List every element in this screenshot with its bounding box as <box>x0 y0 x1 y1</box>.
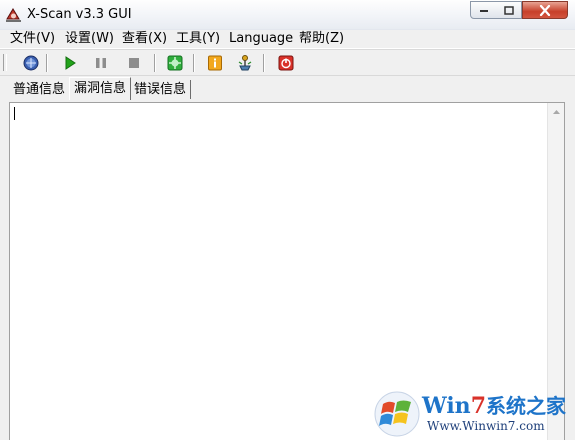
toolbar-separator <box>193 54 195 72</box>
menu-tools[interactable]: 工具(Y) <box>174 31 222 47</box>
tab-vulnerability-info[interactable]: 漏洞信息 <box>69 77 132 100</box>
pause-icon <box>96 58 106 68</box>
menu-file[interactable]: 文件(V) <box>8 31 57 47</box>
power-icon <box>278 55 294 71</box>
windows-logo-icon <box>374 391 420 437</box>
stop-icon <box>129 58 139 68</box>
watermark-brand: Win7系统之家 <box>422 390 566 419</box>
tab-error-info[interactable]: 错误信息 <box>130 80 192 99</box>
close-button[interactable] <box>522 1 568 19</box>
x-scan-app-icon[interactable] <box>5 6 22 23</box>
toolbar-separator <box>263 54 265 72</box>
toolbar <box>0 49 575 76</box>
network-tool-button[interactable] <box>235 53 255 73</box>
info-icon <box>208 55 222 71</box>
menu-settings[interactable]: 设置(W) <box>63 31 116 47</box>
maximize-button[interactable] <box>496 1 522 19</box>
globe-icon <box>23 55 39 71</box>
watermark-brand-win: Win <box>422 393 471 419</box>
stop-button[interactable] <box>124 53 144 73</box>
scan-plugin-button[interactable] <box>165 53 185 73</box>
pause-button[interactable] <box>91 53 111 73</box>
menu-language[interactable]: Language <box>227 31 295 47</box>
menu-view[interactable]: 查看(X) <box>120 31 169 47</box>
info-button[interactable] <box>205 53 225 73</box>
menu-bar: 文件(V) 设置(W) 查看(X) 工具(Y) Language 帮助(Z) <box>0 30 575 49</box>
watermark: Win7系统之家 Www.Winwin7.com <box>373 388 573 440</box>
watermark-url: Www.Winwin7.com <box>427 419 545 433</box>
toolbar-separator <box>46 54 48 72</box>
scroll-up-button[interactable] <box>548 103 564 120</box>
scan-plugin-icon <box>167 55 183 71</box>
toolbar-grip[interactable] <box>3 54 7 71</box>
tab-general-info[interactable]: 普通信息 <box>9 80 71 99</box>
minimize-icon <box>479 10 488 12</box>
toolbar-separator <box>154 54 156 72</box>
window-title: X-Scan v3.3 GUI <box>27 7 132 22</box>
maximize-icon <box>503 5 514 15</box>
exit-button[interactable] <box>276 53 296 73</box>
network-tool-icon <box>238 55 252 71</box>
menu-help[interactable]: 帮助(Z) <box>297 31 346 47</box>
globe-button[interactable] <box>21 53 41 73</box>
scroll-up-arrow-icon <box>552 109 560 114</box>
watermark-brand-cn: 系统之家 <box>486 394 566 418</box>
play-icon <box>65 56 76 70</box>
title-bar[interactable]: X-Scan v3.3 GUI <box>0 0 575 30</box>
text-caret <box>14 107 15 120</box>
close-icon <box>539 4 551 16</box>
start-button[interactable] <box>60 53 80 73</box>
tab-strip: 普通信息 漏洞信息 错误信息 <box>0 76 575 100</box>
watermark-brand-seven: 7 <box>470 393 486 419</box>
minimize-button[interactable] <box>470 1 497 19</box>
